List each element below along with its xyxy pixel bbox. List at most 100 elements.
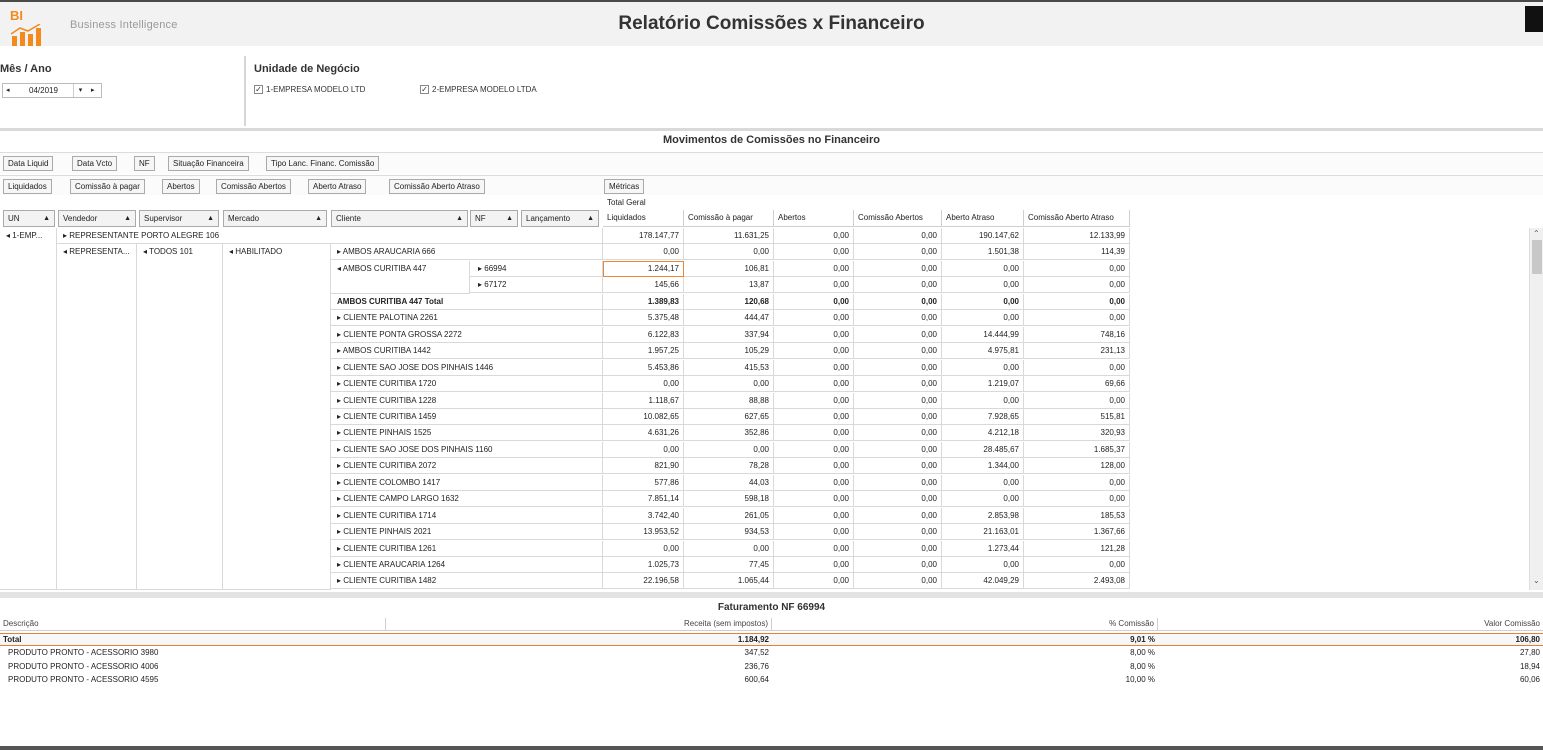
- data-field-comissao-pagar[interactable]: Comissão à pagar: [70, 179, 145, 194]
- client-row-header[interactable]: ▸ CLIENTE CURITIBA 1714: [331, 508, 603, 524]
- value-cell[interactable]: 352,86: [684, 425, 774, 441]
- sort-asc-icon[interactable]: ▲: [456, 211, 463, 226]
- column-header-abertos[interactable]: Abertos: [774, 210, 854, 227]
- client-row-header[interactable]: ▸ CLIENTE CURITIBA 1720: [331, 376, 603, 392]
- data-field-comissao-aberto-atraso[interactable]: Comissão Aberto Atraso: [389, 179, 485, 194]
- value-cell[interactable]: 7.928,65: [942, 409, 1024, 425]
- value-cell[interactable]: 0,00: [774, 360, 854, 376]
- client-row-header[interactable]: ▸ CLIENTE SAO JOSE DOS PINHAIS 1160: [331, 442, 603, 458]
- value-cell[interactable]: 22.196,58: [603, 573, 684, 589]
- value-cell[interactable]: 0,00: [942, 491, 1024, 507]
- value-cell[interactable]: 3.742,40: [603, 508, 684, 524]
- value-cell[interactable]: 0,00: [854, 442, 942, 458]
- value-cell[interactable]: 1.367,66: [1024, 524, 1130, 540]
- value-cell[interactable]: 106,81: [684, 261, 774, 277]
- invoice-total-row[interactable]: Total 1.184,92 9,01 % 106,80: [0, 633, 1543, 646]
- value-cell[interactable]: 0,00: [854, 228, 942, 244]
- expand-icon[interactable]: ▸: [337, 428, 343, 437]
- expand-icon[interactable]: ▸: [337, 313, 343, 322]
- value-cell[interactable]: 13.953,52: [603, 524, 684, 540]
- value-cell[interactable]: 0,00: [774, 425, 854, 441]
- value-cell[interactable]: 0,00: [1024, 261, 1130, 277]
- value-cell[interactable]: 1.501,38: [942, 244, 1024, 260]
- row-field-lancamento[interactable]: Lançamento ▲: [521, 210, 599, 227]
- expand-icon[interactable]: ▸: [337, 412, 343, 421]
- prev-month-icon[interactable]: ◂: [6, 86, 10, 94]
- filter-field-data-vcto[interactable]: Data Vcto: [72, 156, 118, 171]
- row-field-cliente[interactable]: Cliente ▲: [331, 210, 468, 227]
- row-field-un[interactable]: UN ▲: [3, 210, 55, 227]
- sort-asc-icon[interactable]: ▲: [207, 211, 214, 226]
- value-cell[interactable]: 0,00: [774, 393, 854, 409]
- value-cell[interactable]: 0,00: [774, 409, 854, 425]
- column-header-aberto-atraso[interactable]: Aberto Atraso: [942, 210, 1024, 227]
- data-field-aberto-atraso[interactable]: Aberto Atraso: [308, 179, 367, 194]
- value-cell[interactable]: 0,00: [942, 475, 1024, 491]
- value-cell[interactable]: 12.133,99: [1024, 228, 1130, 244]
- value-cell[interactable]: 114,39: [1024, 244, 1130, 260]
- value-cell[interactable]: 11.631,25: [684, 228, 774, 244]
- value-cell[interactable]: 13,87: [684, 277, 774, 293]
- value-cell[interactable]: 0,00: [1024, 294, 1130, 310]
- value-cell[interactable]: 0,00: [774, 508, 854, 524]
- value-cell[interactable]: 0,00: [774, 343, 854, 359]
- value-cell[interactable]: 121,28: [1024, 541, 1130, 557]
- value-cell[interactable]: 0,00: [1024, 277, 1130, 293]
- client-row-header[interactable]: ▸ CLIENTE PONTA GROSSA 2272: [331, 327, 603, 343]
- client-row-header[interactable]: ▸ CLIENTE CURITIBA 1459: [331, 409, 603, 425]
- value-cell[interactable]: 0,00: [854, 524, 942, 540]
- vendor-row-header[interactable]: ◂ REPRESENTA...: [57, 244, 137, 590]
- expand-icon[interactable]: ▸: [337, 461, 343, 470]
- value-cell[interactable]: 0,00: [774, 261, 854, 277]
- value-cell[interactable]: 0,00: [854, 541, 942, 557]
- value-cell[interactable]: 145,66: [603, 277, 684, 293]
- value-cell[interactable]: 2.853,98: [942, 508, 1024, 524]
- value-cell[interactable]: 78,28: [684, 458, 774, 474]
- invoice-item-row[interactable]: PRODUTO PRONTO - ACESSORIO 4595 600,64 10,…: [0, 674, 1543, 687]
- client-row-header[interactable]: ▸ CLIENTE CURITIBA 2072: [331, 458, 603, 474]
- value-cell[interactable]: 231,13: [1024, 343, 1130, 359]
- client-row-header[interactable]: ◂ AMBOS CURITIBA 447: [331, 261, 470, 294]
- value-cell[interactable]: 0,00: [774, 277, 854, 293]
- value-cell[interactable]: 0,00: [854, 393, 942, 409]
- invoice-col-pct[interactable]: % Comissão: [772, 618, 1158, 631]
- value-cell[interactable]: 0,00: [854, 425, 942, 441]
- value-cell[interactable]: 0,00: [1024, 393, 1130, 409]
- value-cell[interactable]: 0,00: [684, 244, 774, 260]
- value-cell[interactable]: 1.685,37: [1024, 442, 1130, 458]
- value-cell[interactable]: 0,00: [1024, 360, 1130, 376]
- value-cell[interactable]: 0,00: [942, 277, 1024, 293]
- value-cell[interactable]: 0,00: [684, 442, 774, 458]
- value-cell[interactable]: 577,86: [603, 475, 684, 491]
- value-cell[interactable]: 444,47: [684, 310, 774, 326]
- value-cell[interactable]: 4.631,26: [603, 425, 684, 441]
- invoice-col-valor[interactable]: Valor Comissão: [1158, 618, 1543, 631]
- client-row-header[interactable]: ▸ CLIENTE ARAUCARIA 1264: [331, 557, 603, 573]
- value-cell[interactable]: 0,00: [774, 442, 854, 458]
- value-cell[interactable]: 0,00: [854, 343, 942, 359]
- expand-icon[interactable]: ▸: [337, 396, 343, 405]
- expand-icon[interactable]: ▸: [337, 560, 343, 569]
- sort-asc-icon[interactable]: ▲: [587, 211, 594, 226]
- collapse-icon[interactable]: ◂: [337, 264, 343, 273]
- value-cell[interactable]: 0,00: [603, 244, 684, 260]
- value-cell[interactable]: 0,00: [774, 294, 854, 310]
- value-cell[interactable]: 128,00: [1024, 458, 1130, 474]
- value-cell[interactable]: 0,00: [854, 277, 942, 293]
- value-cell[interactable]: 0,00: [774, 458, 854, 474]
- value-cell[interactable]: 0,00: [854, 508, 942, 524]
- value-cell[interactable]: 0,00: [854, 409, 942, 425]
- value-cell[interactable]: 0,00: [1024, 310, 1130, 326]
- filter-field-tipo-lanc[interactable]: Tipo Lanc. Financ. Comissão: [266, 156, 380, 171]
- client-row-header[interactable]: ▸ CLIENTE PALOTINA 2261: [331, 310, 603, 326]
- checkbox-checked-icon[interactable]: ✓: [420, 85, 429, 94]
- row-field-nf[interactable]: NF ▲: [470, 210, 518, 227]
- expand-icon[interactable]: ▸: [337, 330, 343, 339]
- value-cell[interactable]: 0,00: [603, 541, 684, 557]
- unit-checkbox-1[interactable]: ✓ 1-EMPRESA MODELO LTD: [254, 85, 365, 94]
- expand-icon[interactable]: ▸: [337, 511, 343, 520]
- value-cell[interactable]: 1.118,67: [603, 393, 684, 409]
- value-cell[interactable]: 415,53: [684, 360, 774, 376]
- value-cell[interactable]: 0,00: [774, 573, 854, 589]
- value-cell[interactable]: 0,00: [942, 261, 1024, 277]
